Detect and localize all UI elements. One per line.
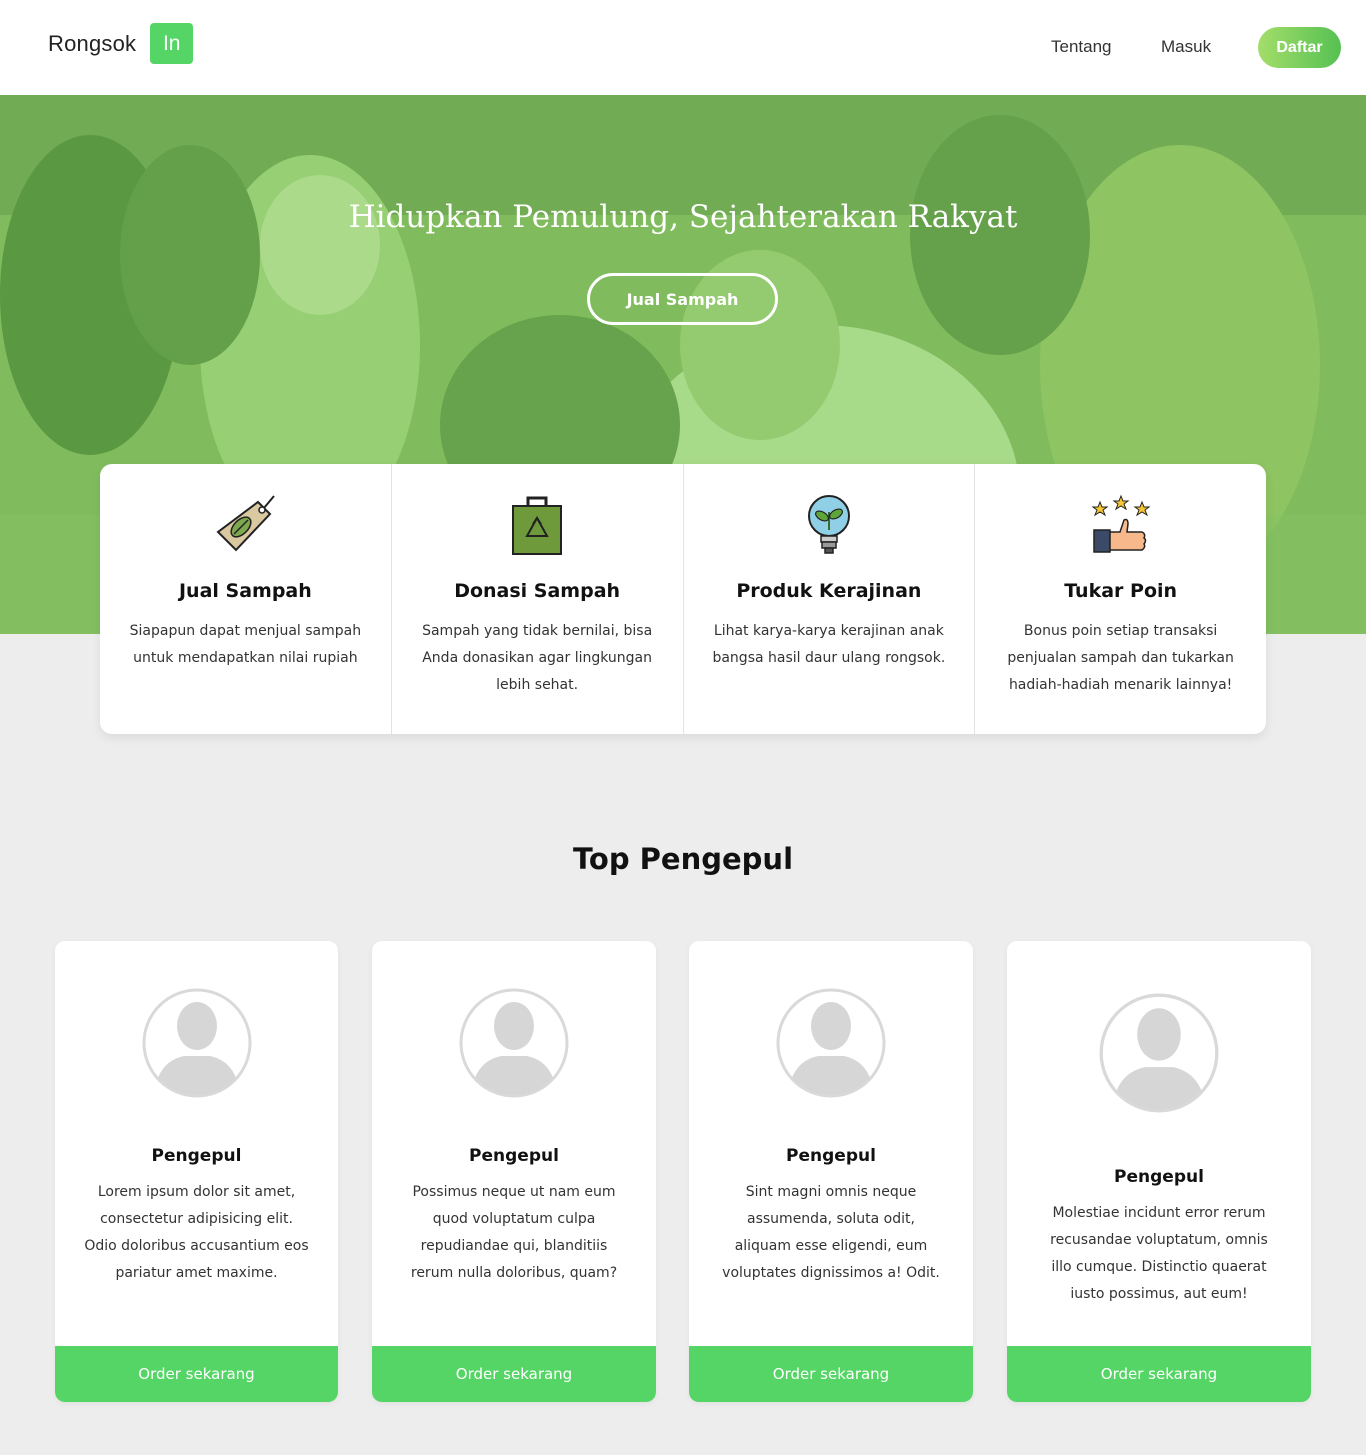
hero-title: Hidupkan Pemulung, Sejahterakan Rakyat — [348, 199, 1018, 235]
pengepul-desc: Possimus neque ut nam eum quod voluptatu… — [410, 1184, 618, 1281]
order-button[interactable]: Order sekarang — [55, 1346, 338, 1402]
plant-bulb-icon — [807, 495, 850, 554]
brand-logo[interactable]: Rongsok In — [48, 23, 194, 64]
service-title: Donasi Sampah — [454, 580, 621, 602]
nav-link-tentang[interactable]: Tentang — [1051, 37, 1112, 57]
nav-link-masuk[interactable]: Masuk — [1161, 37, 1211, 57]
top-pengepul-title: Top Pengepul — [572, 842, 794, 876]
avatar-placeholder-icon — [776, 988, 886, 1098]
service-desc: Bonus poin setiap transaksi penjualan sa… — [1007, 623, 1234, 693]
avatar-placeholder-icon — [1099, 993, 1219, 1113]
order-button[interactable]: Order sekarang — [1007, 1346, 1311, 1402]
jual-sampah-button[interactable]: Jual Sampah — [587, 273, 778, 325]
daftar-button[interactable]: Daftar — [1258, 27, 1341, 68]
avatar-placeholder-icon — [142, 988, 251, 1098]
service-title: Produk Kerajinan — [736, 580, 922, 602]
brand-text: Rongsok — [48, 30, 137, 56]
pengepul-name: Pengepul — [469, 1146, 559, 1166]
avatar-placeholder-icon — [459, 988, 569, 1098]
service-produk-kerajinan[interactable]: Produk Kerajinan Lihat karya-karya keraj… — [684, 464, 976, 734]
navbar: Rongsok In Tentang Masuk Daftar — [0, 0, 1366, 95]
pengepul-desc: Lorem ipsum dolor sit amet, consectetur … — [84, 1184, 309, 1281]
service-title: Tukar Poin — [1064, 580, 1178, 602]
order-button[interactable]: Order sekarang — [689, 1346, 973, 1402]
service-tukar-poin[interactable]: Tukar Poin Bonus poin setiap transaksi p… — [975, 464, 1266, 734]
pengepul-card: Pengepul Possimus neque ut nam eum quod … — [372, 941, 656, 1402]
services-panel: Jual Sampah Siapapun dapat menjual sampa… — [100, 464, 1266, 734]
service-jual-sampah[interactable]: Jual Sampah Siapapun dapat menjual sampa… — [100, 464, 392, 734]
service-title: Jual Sampah — [178, 580, 312, 602]
pengepul-name: Pengepul — [1114, 1167, 1204, 1187]
recycle-bag-icon — [512, 496, 563, 555]
thumbs-up-stars-icon — [1091, 494, 1151, 553]
pengepul-card: Pengepul Molestiae incidunt error rerum … — [1007, 941, 1311, 1402]
pengepul-card: Pengepul Lorem ipsum dolor sit amet, con… — [55, 941, 338, 1402]
leaf-tag-icon — [216, 495, 276, 552]
pengepul-desc: Molestiae incidunt error rerum recusanda… — [1050, 1205, 1268, 1302]
pengepul-card: Pengepul Sint magni omnis neque assumend… — [689, 941, 973, 1402]
pengepul-name: Pengepul — [786, 1146, 876, 1166]
service-desc: Siapapun dapat menjual sampah untuk mend… — [129, 623, 362, 666]
pengepul-desc: Sint magni omnis neque assumenda, soluta… — [722, 1184, 940, 1281]
service-desc: Sampah yang tidak bernilai, bisa Anda do… — [422, 623, 653, 693]
order-button[interactable]: Order sekarang — [372, 1346, 656, 1402]
brand-badge: In — [150, 23, 194, 64]
pengepul-name: Pengepul — [151, 1146, 242, 1166]
service-desc: Lihat karya-karya kerajinan anak bangsa … — [712, 623, 946, 666]
service-donasi-sampah[interactable]: Donasi Sampah Sampah yang tidak bernilai… — [392, 464, 684, 734]
